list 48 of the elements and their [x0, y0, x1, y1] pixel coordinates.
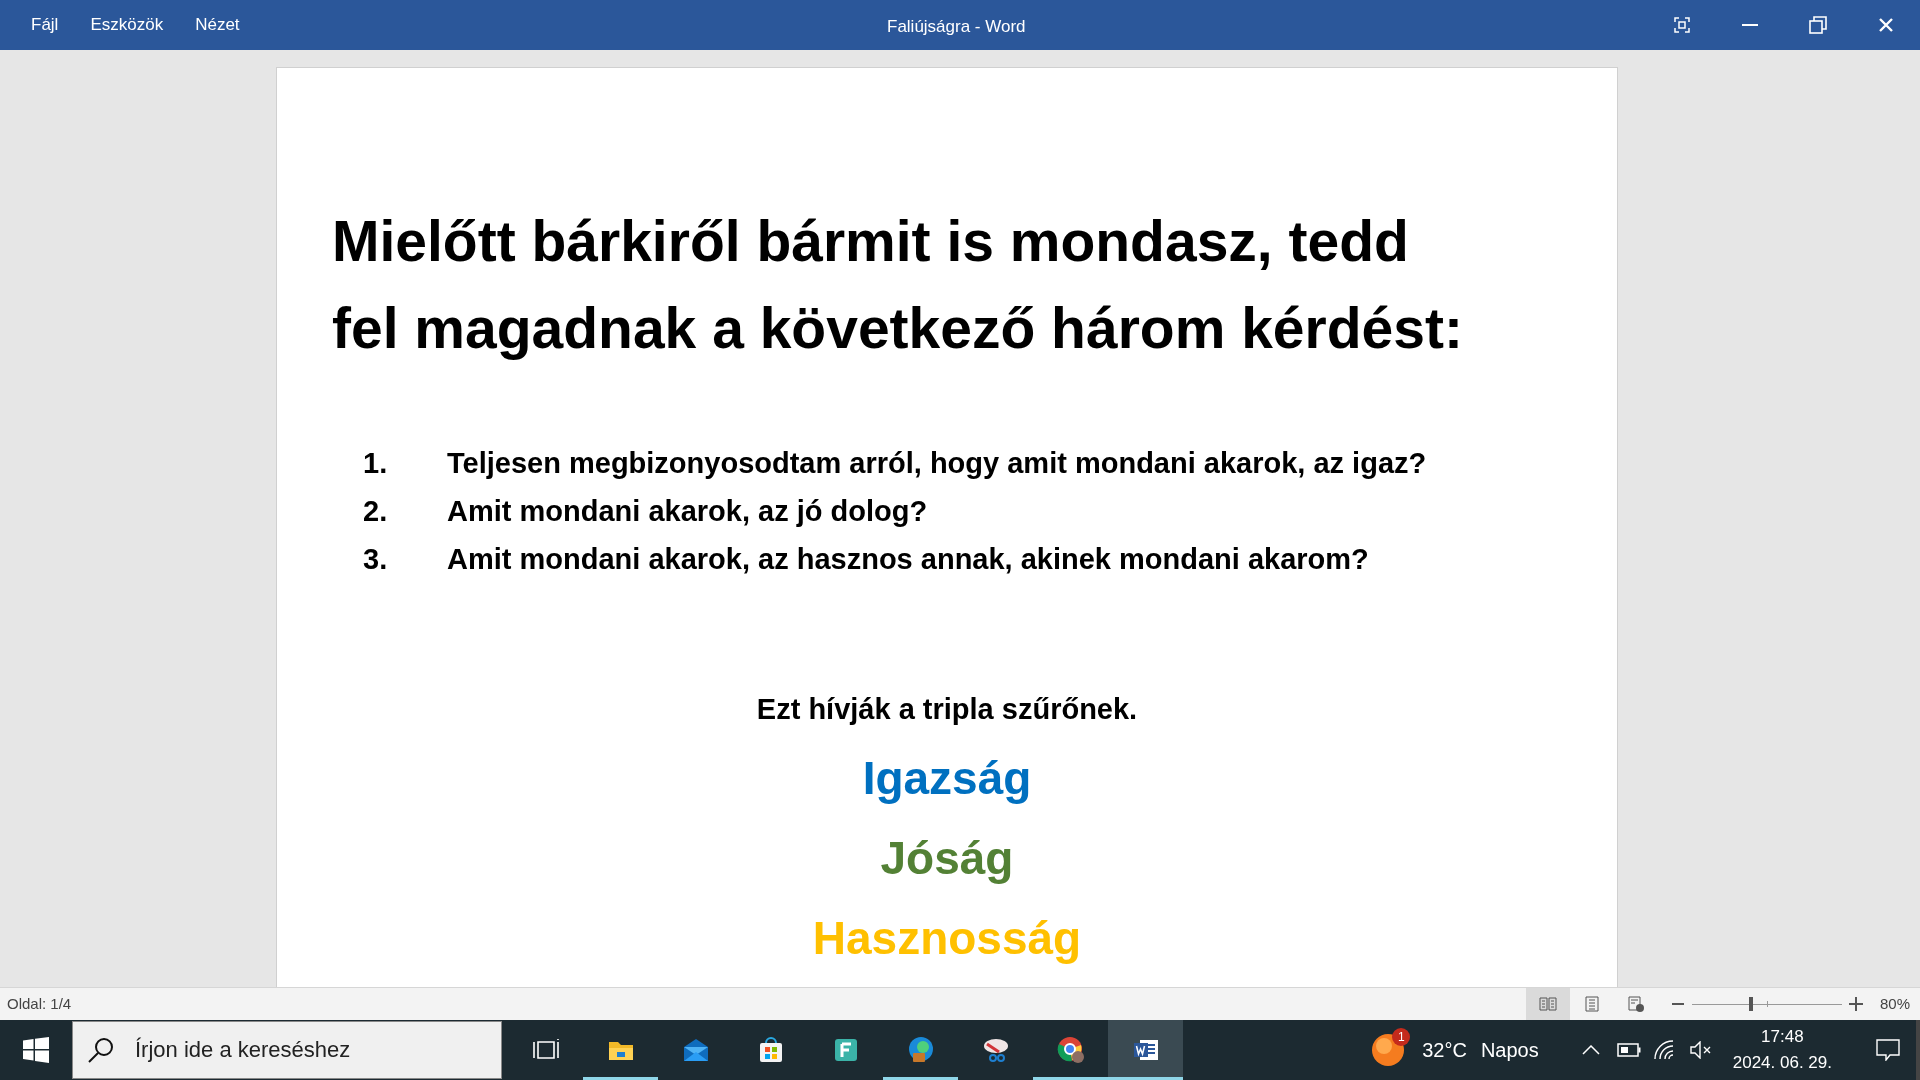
search-field[interactable]: Írjon ide a kereséshez: [72, 1021, 502, 1079]
window-title: Faliújságra - Word: [887, 16, 1026, 38]
menu-item[interactable]: Fájl: [18, 0, 72, 50]
list-number: 3.: [363, 542, 389, 578]
browser-icon: [906, 1036, 935, 1064]
weather-condition: Napos: [1480, 1038, 1539, 1063]
web-layout-icon: [1626, 996, 1645, 1012]
page-indicator: Oldal: 1/4: [6, 993, 72, 1014]
plus-icon: [1848, 997, 1863, 1011]
zoom-level: 80%: [1879, 993, 1910, 1014]
read-mode-icon: [1538, 996, 1557, 1012]
chrome-like-icon: [1056, 1036, 1085, 1064]
menu-item[interactable]: Nézet: [182, 0, 253, 50]
wifi-icon: [1653, 1040, 1676, 1060]
focus-icon: [1674, 17, 1690, 33]
question-text: Teljesen megbizonyosodtam arról, hogy amit mondani akarok, az igaz?: [447, 446, 1427, 482]
zoom-slider[interactable]: [1691, 997, 1842, 1011]
zoom-slider-thumb[interactable]: [1748, 997, 1753, 1011]
list-number: 2.: [363, 494, 389, 530]
battery-icon: [1616, 1043, 1641, 1057]
minus-icon: [1671, 1003, 1684, 1005]
restore-icon: [1809, 16, 1827, 34]
list-number: 1.: [363, 446, 389, 482]
filter-word: Hasznosság: [812, 911, 1082, 966]
menu-item[interactable]: Eszközök: [77, 0, 177, 50]
scissors-icon: [981, 1036, 1010, 1064]
clock-time[interactable]: 17:48: [1761, 1024, 1804, 1050]
envelope-icon: [681, 1036, 710, 1064]
taskbar-app-button[interactable]: [1108, 1020, 1183, 1080]
minimize-icon: [1742, 24, 1758, 26]
search-icon: [88, 1037, 114, 1063]
question-text: Amit mondani akarok, az jó dolog?: [447, 494, 928, 530]
read-mode-button[interactable]: [1525, 988, 1570, 1020]
filter-word: Igazság: [862, 751, 1032, 806]
windows-icon: [23, 1037, 49, 1063]
notification-badge: 1: [1392, 1028, 1411, 1046]
speech-bubble-icon: [1876, 1039, 1900, 1061]
print-layout-icon: [1582, 996, 1601, 1012]
weather-widget[interactable]: 1 32°C Napos: [1360, 1020, 1547, 1080]
temperature: 32°C: [1422, 1038, 1467, 1063]
question-text: Amit mondani akarok, az hasznos annak, akinek mondani akarom?: [447, 542, 1369, 578]
chevron-up-icon: [1581, 1045, 1600, 1055]
caption: Ezt hívják a tripla szűrőnek.: [755, 692, 1139, 727]
muted-speaker-icon: [1689, 1041, 1712, 1059]
filter-word: Jóság: [880, 831, 1014, 886]
close-icon: [1878, 17, 1894, 33]
clock-date[interactable]: 2024. 06. 29.: [1732, 1050, 1832, 1076]
heading: Mielőtt bárkiről bármit is mondasz, tedd fel magadnak a következő három kérdést:: [332, 208, 1464, 362]
